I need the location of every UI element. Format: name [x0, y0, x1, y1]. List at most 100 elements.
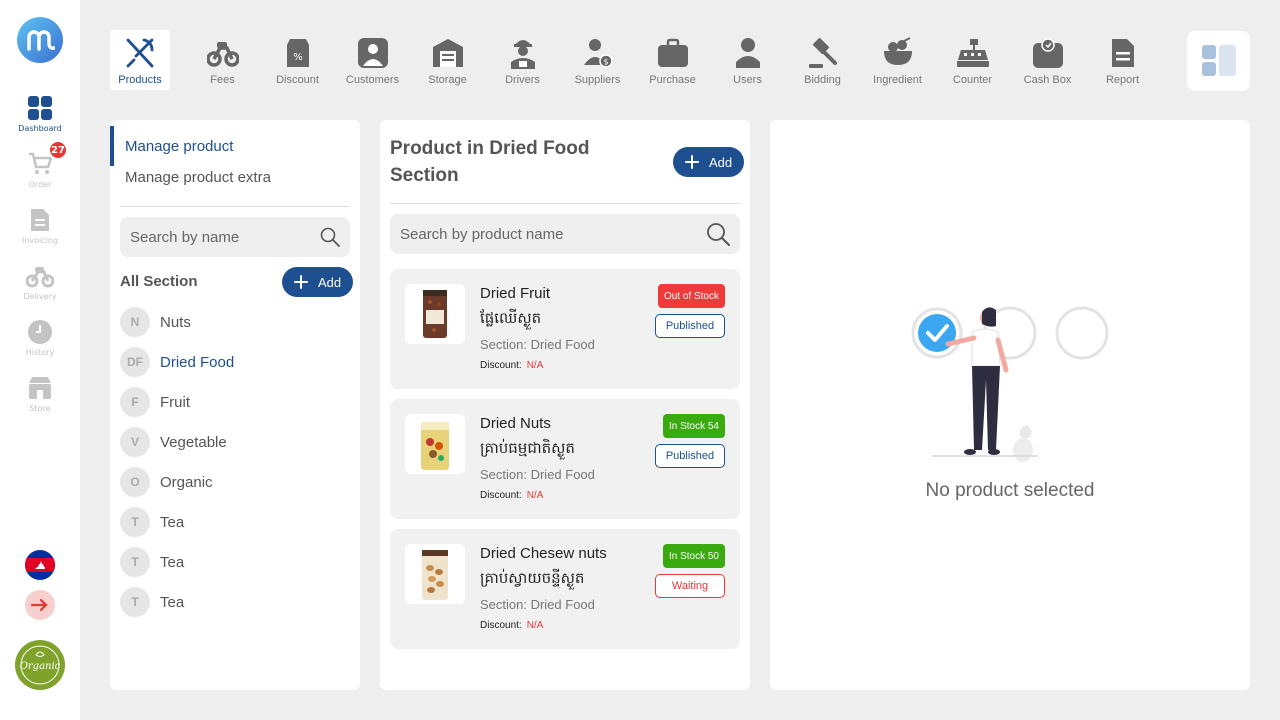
plus-icon: [685, 155, 699, 169]
add-label: Add: [709, 154, 733, 170]
section-item[interactable]: T Tea: [120, 506, 350, 538]
rail-item-history[interactable]: History: [0, 318, 80, 357]
section-name: Vegetable: [160, 433, 227, 451]
product-card[interactable]: Dried Fruit ផ្លែឈើស្ងួត Section: Dried F…: [390, 269, 740, 389]
register-icon: [956, 36, 990, 70]
driver-icon: [506, 36, 540, 70]
side-rail: Dashboard 27 Order Invoicing Delivery Hi…: [0, 0, 80, 720]
product-section: Section: Dried Food: [480, 467, 595, 482]
section-search-input[interactable]: Search by name: [120, 217, 350, 257]
section-item[interactable]: V Vegetable: [120, 426, 350, 458]
rail-item-invoicing[interactable]: Invoicing: [0, 206, 80, 245]
tool-storage[interactable]: Storage: [410, 30, 485, 90]
app-logo[interactable]: [17, 17, 63, 63]
tool-counter[interactable]: Counter: [935, 30, 1010, 90]
section-avatar: N: [120, 307, 150, 337]
section-name: Organic: [160, 473, 213, 491]
organic-logo-icon: Organic: [20, 645, 61, 685]
product-name-kh: គ្រាប់ស្វាយចន្ទីស្ងួត: [480, 569, 585, 587]
product-card[interactable]: Dried Nuts គ្រាប់ធម្មជាតិស្ងួត Section: …: [390, 399, 740, 519]
scooter-icon: [26, 262, 54, 290]
status-button[interactable]: Published: [655, 444, 725, 468]
status-button[interactable]: Published: [655, 314, 725, 338]
tool-discount[interactable]: % Discount: [260, 30, 335, 90]
section-item[interactable]: N Nuts: [120, 306, 350, 338]
sections-panel: Manage product Manage product extra Sear…: [110, 120, 360, 690]
svg-text:%: %: [293, 52, 303, 63]
section-avatar: T: [120, 547, 150, 577]
tool-label: Purchase: [649, 74, 696, 86]
tool-label: Fees: [210, 74, 235, 86]
section-item[interactable]: F Fruit: [120, 386, 350, 418]
discount-value: N/A: [526, 360, 544, 371]
tool-products[interactable]: Products: [110, 30, 170, 90]
section-avatar: O: [120, 467, 150, 497]
product-name-kh: គ្រាប់ធម្មជាតិស្ងួត: [480, 439, 575, 457]
fork-knife-icon: [123, 36, 157, 70]
rail-label: Dashboard: [18, 124, 62, 133]
divider: [120, 206, 350, 207]
section-avatar: T: [120, 587, 150, 617]
tool-label: Products: [118, 74, 162, 86]
section-item[interactable]: O Organic: [120, 466, 350, 498]
tool-cash-box[interactable]: Cash Box: [1010, 30, 1085, 90]
empty-state-illustration: [911, 306, 1109, 462]
invoice-icon: [26, 206, 54, 234]
arrow-right-icon: [31, 598, 48, 612]
tool-ingredient[interactable]: Ingredient: [860, 30, 935, 90]
product-name: Dried Chesew nuts: [480, 545, 607, 562]
tool-users[interactable]: Users: [710, 30, 785, 90]
add-section-button[interactable]: Add: [282, 267, 354, 297]
layout-toggle-button[interactable]: [1187, 31, 1250, 91]
section-name: Dried Food: [160, 353, 235, 371]
product-card[interactable]: Dried Chesew nuts គ្រាប់ស្វាយចន្ទីស្ងួត …: [390, 529, 740, 649]
tool-report[interactable]: Report: [1085, 30, 1160, 90]
product-image: [405, 284, 465, 344]
tool-label: Storage: [428, 74, 467, 86]
tool-label: Customers: [345, 74, 400, 86]
stock-badge: In Stock 54: [662, 414, 725, 438]
rail-item-order[interactable]: 27 Order: [0, 140, 80, 189]
product-name: Dried Fruit: [480, 285, 551, 302]
svg-text:Organic: Organic: [20, 661, 61, 672]
stock-badge: Out of Stock: [657, 284, 725, 308]
rail-label: Order: [28, 180, 52, 189]
rail-label: History: [25, 348, 55, 357]
tool-label: Discount: [276, 74, 319, 86]
menu-manage-product-extra[interactable]: Manage product extra: [110, 157, 360, 197]
add-product-button[interactable]: Add: [673, 147, 745, 177]
product-name-kh: ផ្លែឈើស្ងួត: [480, 309, 542, 327]
tool-label: Cash Box: [1023, 74, 1072, 86]
clock-icon: [26, 318, 54, 346]
module-toolbar: Products Fees % Discount Customers Stora…: [110, 30, 1160, 90]
stock-badge: In Stock 50: [662, 544, 725, 568]
discount-value: N/A: [526, 620, 544, 631]
section-item[interactable]: T Tea: [120, 546, 350, 578]
section-item[interactable]: T Tea: [120, 586, 350, 618]
tool-fees[interactable]: Fees: [185, 30, 260, 90]
section-item[interactable]: DF Dried Food: [120, 346, 350, 378]
svg-text:$: $: [603, 58, 608, 67]
tool-customers[interactable]: Customers: [335, 30, 410, 90]
tool-suppliers[interactable]: $ Suppliers: [560, 30, 635, 90]
layout-icon: [1201, 45, 1236, 76]
logout-button[interactable]: [25, 590, 55, 620]
store-avatar[interactable]: Organic: [15, 640, 65, 690]
product-discount: Discount: N/A: [480, 620, 544, 631]
rail-label: Delivery: [23, 292, 57, 301]
status-button[interactable]: Waiting: [655, 574, 725, 598]
rail-item-store[interactable]: Store: [0, 374, 80, 413]
scooter-icon: [206, 36, 240, 70]
rail-item-delivery[interactable]: Delivery: [0, 262, 80, 301]
search-placeholder: Search by name: [130, 228, 240, 246]
tool-purchase[interactable]: Purchase: [635, 30, 710, 90]
section-avatar: F: [120, 387, 150, 417]
tool-label: Report: [1105, 74, 1140, 86]
rail-item-dashboard[interactable]: Dashboard: [0, 94, 80, 133]
section-name: Tea: [160, 593, 185, 611]
product-search-input[interactable]: Search by product name: [390, 214, 740, 254]
tool-drivers[interactable]: Drivers: [485, 30, 560, 90]
tool-bidding[interactable]: Bidding: [785, 30, 860, 90]
tool-label: Suppliers: [574, 74, 621, 86]
cambodia-flag-language-button[interactable]: [25, 550, 55, 580]
